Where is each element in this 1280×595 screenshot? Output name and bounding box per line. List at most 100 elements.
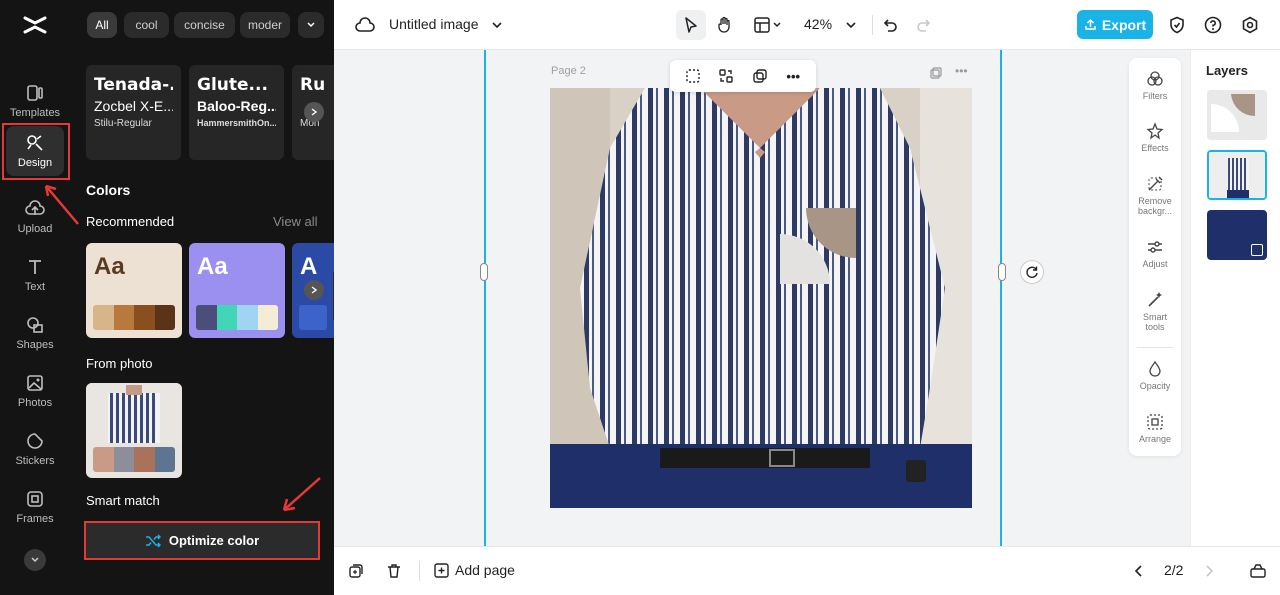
- arrange-icon: [1147, 414, 1163, 430]
- color-palette[interactable]: Aa: [189, 243, 285, 338]
- undo-icon: [883, 19, 897, 32]
- add-page-button[interactable]: Add page: [455, 562, 515, 578]
- rotate-handle[interactable]: [1020, 260, 1044, 284]
- resize-handle-left[interactable]: [480, 263, 488, 281]
- chip-modern[interactable]: moder: [240, 12, 290, 38]
- text-icon: [29, 260, 41, 274]
- export-button[interactable]: Export: [1077, 10, 1153, 39]
- help-button[interactable]: [1200, 12, 1226, 38]
- rotate-icon: [1026, 266, 1038, 278]
- shapes-icon: [27, 317, 43, 333]
- swatch: [257, 305, 278, 330]
- replace-icon[interactable]: [717, 67, 735, 85]
- duplicate-page-button[interactable]: [345, 560, 367, 582]
- undo-button[interactable]: [877, 12, 903, 38]
- redo-button[interactable]: [911, 12, 937, 38]
- document-title[interactable]: Untitled image: [389, 16, 479, 32]
- duplicate-icon[interactable]: [751, 67, 769, 85]
- collapse-button[interactable]: [24, 549, 46, 571]
- select-area-icon[interactable]: [684, 67, 702, 85]
- pointer-icon: [685, 17, 697, 33]
- tool-arrange[interactable]: Arrange: [1129, 413, 1181, 444]
- photo-thumbnail: [86, 383, 182, 443]
- page-more-icon[interactable]: •••: [955, 64, 968, 78]
- tool-smart-tools[interactable]: Smart tools: [1129, 291, 1181, 332]
- tool-remove-background[interactable]: Remove backgr...: [1129, 175, 1181, 216]
- shuffle-icon: [145, 533, 161, 548]
- chip-concise[interactable]: concise: [174, 12, 235, 38]
- magic-wand-icon: [1148, 292, 1162, 307]
- pages-icon: [1250, 564, 1266, 578]
- chip-cool[interactable]: cool: [124, 12, 169, 38]
- top-bar: Untitled image 42% Export: [334, 0, 1280, 50]
- layer-background[interactable]: [1207, 210, 1267, 260]
- capcut-logo[interactable]: [0, 8, 70, 42]
- rail-label: Design: [17, 157, 53, 169]
- prev-page-button[interactable]: [1128, 560, 1150, 582]
- layer-photo[interactable]: [1207, 150, 1267, 200]
- layout-tool[interactable]: [748, 12, 788, 38]
- font-card-title: Tenada-...: [94, 75, 173, 95]
- tools-divider: [1137, 347, 1173, 348]
- rail-label: Stickers: [15, 455, 55, 467]
- more-icon[interactable]: •••: [784, 67, 802, 85]
- font-card-title: Glute...: [197, 75, 268, 95]
- optimize-color-button[interactable]: Optimize color: [84, 521, 320, 560]
- canvas-area[interactable]: Page 2 ••• •••: [334, 50, 1190, 546]
- zoom-dropdown[interactable]: [838, 12, 864, 38]
- page-image[interactable]: [550, 88, 972, 508]
- photos-icon: [27, 375, 43, 391]
- fonts-next-button[interactable]: [304, 102, 324, 122]
- upload-icon: [1085, 18, 1096, 30]
- design-icon: [27, 135, 43, 151]
- rail-templates[interactable]: Templates: [3, 74, 67, 128]
- rail-photos[interactable]: Photos: [3, 364, 67, 418]
- zoom-level[interactable]: 42%: [804, 16, 832, 32]
- chevron-down-icon: [31, 557, 39, 563]
- rail-design[interactable]: Design: [6, 126, 64, 176]
- rail-label: Photos: [17, 397, 53, 409]
- rail-text[interactable]: Text: [3, 248, 67, 302]
- font-card-subtitle: Baloo-Reg...: [197, 98, 276, 114]
- chevron-right-icon: [311, 108, 318, 116]
- font-card[interactable]: Glute... Baloo-Reg... HammersmithOn...: [189, 65, 284, 160]
- chips-more-button[interactable]: [298, 12, 324, 38]
- chevron-right-icon: [311, 286, 318, 294]
- font-card-subtitle: Zocbel X-E...: [94, 98, 173, 114]
- select-tool[interactable]: [676, 10, 706, 40]
- font-card[interactable]: Tenada-... Zocbel X-E... Stilu-Regular: [86, 65, 181, 160]
- pages-panel-button[interactable]: [1247, 560, 1269, 582]
- rail-shapes[interactable]: Shapes: [3, 306, 67, 360]
- next-page-button[interactable]: [1198, 560, 1220, 582]
- rail-frames[interactable]: Frames: [3, 480, 67, 534]
- tools-panel: Filters Effects Remove backgr... Adjust …: [1129, 58, 1181, 456]
- layer-shapes[interactable]: [1207, 90, 1267, 140]
- swatch: [93, 305, 114, 330]
- chip-all[interactable]: All: [87, 12, 117, 38]
- view-all-link[interactable]: View all: [273, 214, 318, 229]
- swatch: [113, 305, 134, 330]
- chevron-down-icon: [307, 22, 315, 28]
- shield-button[interactable]: [1164, 12, 1190, 38]
- tool-effects[interactable]: Effects: [1129, 122, 1181, 153]
- tool-filters[interactable]: Filters: [1129, 70, 1181, 101]
- title-dropdown[interactable]: [484, 12, 510, 38]
- duplicate-icon: [349, 564, 363, 578]
- color-palette[interactable]: Aa: [86, 243, 182, 338]
- cloud-icon[interactable]: [352, 12, 378, 38]
- add-page-icon[interactable]: [431, 560, 453, 582]
- rail-label: Shapes: [16, 339, 54, 351]
- settings-button[interactable]: [1237, 12, 1263, 38]
- swatch: [196, 305, 217, 330]
- resize-handle-right[interactable]: [998, 263, 1006, 281]
- rail-stickers[interactable]: Stickers: [3, 422, 67, 476]
- palettes-next-button[interactable]: [304, 280, 324, 300]
- hand-tool[interactable]: [712, 12, 738, 38]
- tool-label: Opacity: [1139, 381, 1171, 391]
- tool-opacity[interactable]: Opacity: [1129, 360, 1181, 391]
- tool-adjust[interactable]: Adjust: [1129, 238, 1181, 269]
- duplicate-page-icon[interactable]: [930, 66, 942, 84]
- rail-label: Templates: [9, 107, 61, 119]
- delete-page-button[interactable]: [383, 560, 405, 582]
- photo-palette-card[interactable]: [86, 383, 182, 478]
